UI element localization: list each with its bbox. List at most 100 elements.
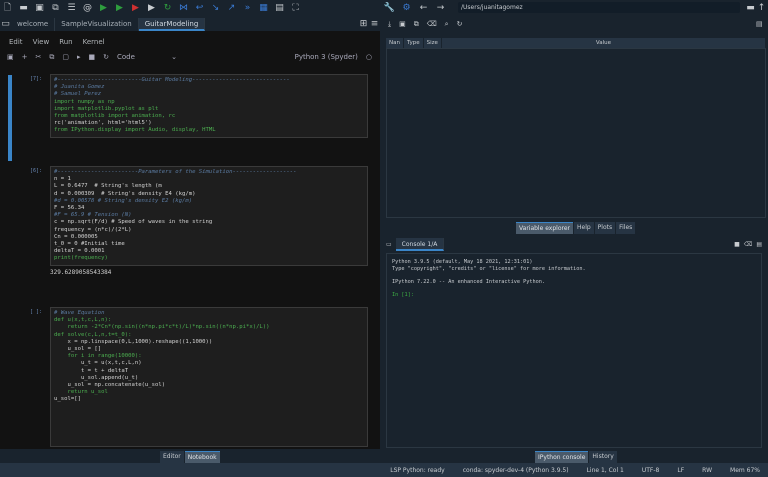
copy-icon[interactable]: ⧉ <box>49 53 54 62</box>
code-line: #------------------------Parameters of t… <box>54 169 297 175</box>
tab-console[interactable]: Console 1/A <box>395 238 445 251</box>
tab-files[interactable]: Files <box>616 222 636 234</box>
browse-folder-icon[interactable]: ▬ <box>745 2 756 13</box>
menu-run[interactable]: Run <box>59 38 72 46</box>
code-cell[interactable]: # Wave Equation def u(x,t,c,L,n): return … <box>50 307 368 447</box>
column-value[interactable]: Value <box>442 38 766 48</box>
browse-tabs-icon[interactable]: ▭ <box>386 241 392 248</box>
new-file-icon[interactable]: 🗋 <box>2 3 13 14</box>
maximize-icon[interactable]: ▤ <box>274 3 285 14</box>
stop-icon[interactable]: ■ <box>89 53 96 61</box>
code-line: c = np.sqrt(F/d) # Speed of waves in the… <box>54 219 213 226</box>
open-folder-icon[interactable]: ▬ <box>18 3 29 14</box>
menu-view[interactable]: View <box>33 38 50 46</box>
code-line: print(frequency) <box>54 255 108 262</box>
python-path-icon[interactable]: ⚙ <box>401 2 412 13</box>
debug-icon[interactable]: ⋈ <box>178 3 189 14</box>
tab-notebook[interactable]: Notebook <box>184 451 220 463</box>
step-out-icon[interactable]: ↗ <box>226 3 237 14</box>
run-icon[interactable]: ▶ <box>98 3 109 14</box>
add-cell-icon[interactable]: + <box>22 53 28 61</box>
status-bar: LSP Python: ready conda: spyder-dev-4 (P… <box>0 463 768 477</box>
at-icon[interactable]: @ <box>82 3 93 14</box>
run-cell-icon[interactable]: ▸ <box>77 53 81 61</box>
step-into-icon[interactable]: ↘ <box>210 3 221 14</box>
variable-table <box>386 48 766 218</box>
cell-type-select[interactable]: Code ⌄ <box>117 53 177 61</box>
code-line: #-------------------------Guitar Modelin… <box>54 77 290 83</box>
clear-console-icon[interactable]: ⌫ <box>744 241 752 248</box>
continue-icon[interactable]: » <box>242 3 253 14</box>
column-size[interactable]: Size <box>424 38 442 48</box>
list-icon[interactable]: ☰ <box>66 3 77 14</box>
tab-editor[interactable]: Editor <box>160 451 184 463</box>
conda-env: conda: spyder-dev-4 (Python 3.9.5) <box>462 466 569 474</box>
refresh-icon[interactable]: ↻ <box>457 20 463 28</box>
encoding: UTF-8 <box>641 466 660 474</box>
tab-variable-explorer[interactable]: Variable explorer <box>516 222 573 234</box>
stop-kernel-icon[interactable]: ■ <box>734 241 740 248</box>
cell-selection-bar <box>8 75 12 161</box>
run-selection-icon[interactable]: ▶ <box>146 3 157 14</box>
cell-type-value: Code <box>117 53 135 61</box>
cell-prompt: [6]: <box>30 168 43 174</box>
run-cell-advance-icon[interactable]: ▶ <box>130 3 141 14</box>
code-line: d = 0.000309 # String's density E4 (kg/m… <box>54 190 196 197</box>
paste-icon[interactable]: ▢ <box>62 53 69 61</box>
stop-debug-icon[interactable]: ▦ <box>258 3 269 14</box>
code-line: import numpy as np <box>54 98 115 105</box>
code-line: u_t = u(x,t,c,L,n) <box>54 360 142 367</box>
save-as-icon[interactable]: ⧉ <box>414 20 419 29</box>
column-type[interactable]: Type <box>404 38 424 48</box>
code-line: # Samuel Perez <box>54 91 102 98</box>
code-line: deltaT = 0.0001 <box>54 248 105 255</box>
back-arrow-icon[interactable]: ← <box>418 2 429 13</box>
save-data-icon[interactable]: ▣ <box>399 20 406 28</box>
import-data-icon[interactable]: ⤓ <box>388 20 391 29</box>
save-all-icon[interactable]: ⧉ <box>50 3 61 14</box>
menu-kernel[interactable]: Kernel <box>83 38 105 46</box>
code-line: n = 1 <box>54 176 71 183</box>
code-line: frequency = (n*c)/(2*L) <box>54 226 132 233</box>
code-cell[interactable]: #-------------------------Guitar Modelin… <box>50 74 368 138</box>
parent-dir-icon[interactable]: ↑ <box>756 2 767 13</box>
menu-edit[interactable]: Edit <box>9 38 23 46</box>
cursor-position: Line 1, Col 1 <box>586 466 624 474</box>
code-line: from matplotlib import animation, rc <box>54 113 176 120</box>
search-icon[interactable]: ⌕ <box>445 20 449 29</box>
tab-welcome[interactable]: welcome <box>11 17 56 31</box>
code-cell[interactable]: #------------------------Parameters of t… <box>50 166 368 266</box>
erase-icon[interactable]: ⌫ <box>427 20 437 28</box>
wrench-icon[interactable]: 🔧 <box>384 2 395 13</box>
restart-icon[interactable]: ↻ <box>103 53 109 61</box>
kernel-status-icon: ○ <box>365 53 372 61</box>
notebook-pane: [7]: #-------------------------Guitar Mod… <box>0 31 380 449</box>
ipython-console[interactable]: Python 3.9.5 (default, May 18 2021, 12:3… <box>386 253 762 448</box>
tab-plots[interactable]: Plots <box>594 222 616 234</box>
working-directory-input[interactable]: /Users/juanitagomez <box>458 2 740 13</box>
forward-arrow-icon[interactable]: → <box>435 2 446 13</box>
code-line: def solve(c,L,n,t=t_0): <box>54 331 132 338</box>
save-icon[interactable]: ▣ <box>34 3 45 14</box>
column-name[interactable]: Nan <box>386 38 404 48</box>
step-icon[interactable]: ↩ <box>194 3 205 14</box>
tab-samplevisualization[interactable]: SampleVisualization <box>55 17 139 31</box>
save-icon[interactable]: ▣ <box>7 53 14 61</box>
cut-icon[interactable]: ✂ <box>36 53 42 61</box>
run-cell-icon[interactable]: ▶ <box>114 3 125 14</box>
code-line: import matplotlib.pyplot as plt <box>54 105 159 112</box>
expand-icon[interactable]: ⛶ <box>290 3 301 14</box>
new-notebook-icon[interactable]: ⊞ <box>358 19 369 30</box>
options-icon[interactable]: ▤ <box>756 241 762 248</box>
tab-history[interactable]: History <box>589 451 617 463</box>
code-line: t = t + deltaT <box>54 367 129 374</box>
tab-guitarmodeling[interactable]: GuitarModeling <box>138 17 206 31</box>
tab-help[interactable]: Help <box>573 222 594 234</box>
rerun-icon[interactable]: ↻ <box>162 3 173 14</box>
browse-tabs-icon[interactable]: ▭ <box>0 19 11 30</box>
tab-ipython-console[interactable]: IPython console <box>535 451 589 463</box>
code-line: u_sol = [] <box>54 346 102 353</box>
options-icon[interactable]: ▤ <box>756 20 763 28</box>
options-icon[interactable]: ≡ <box>369 19 380 30</box>
